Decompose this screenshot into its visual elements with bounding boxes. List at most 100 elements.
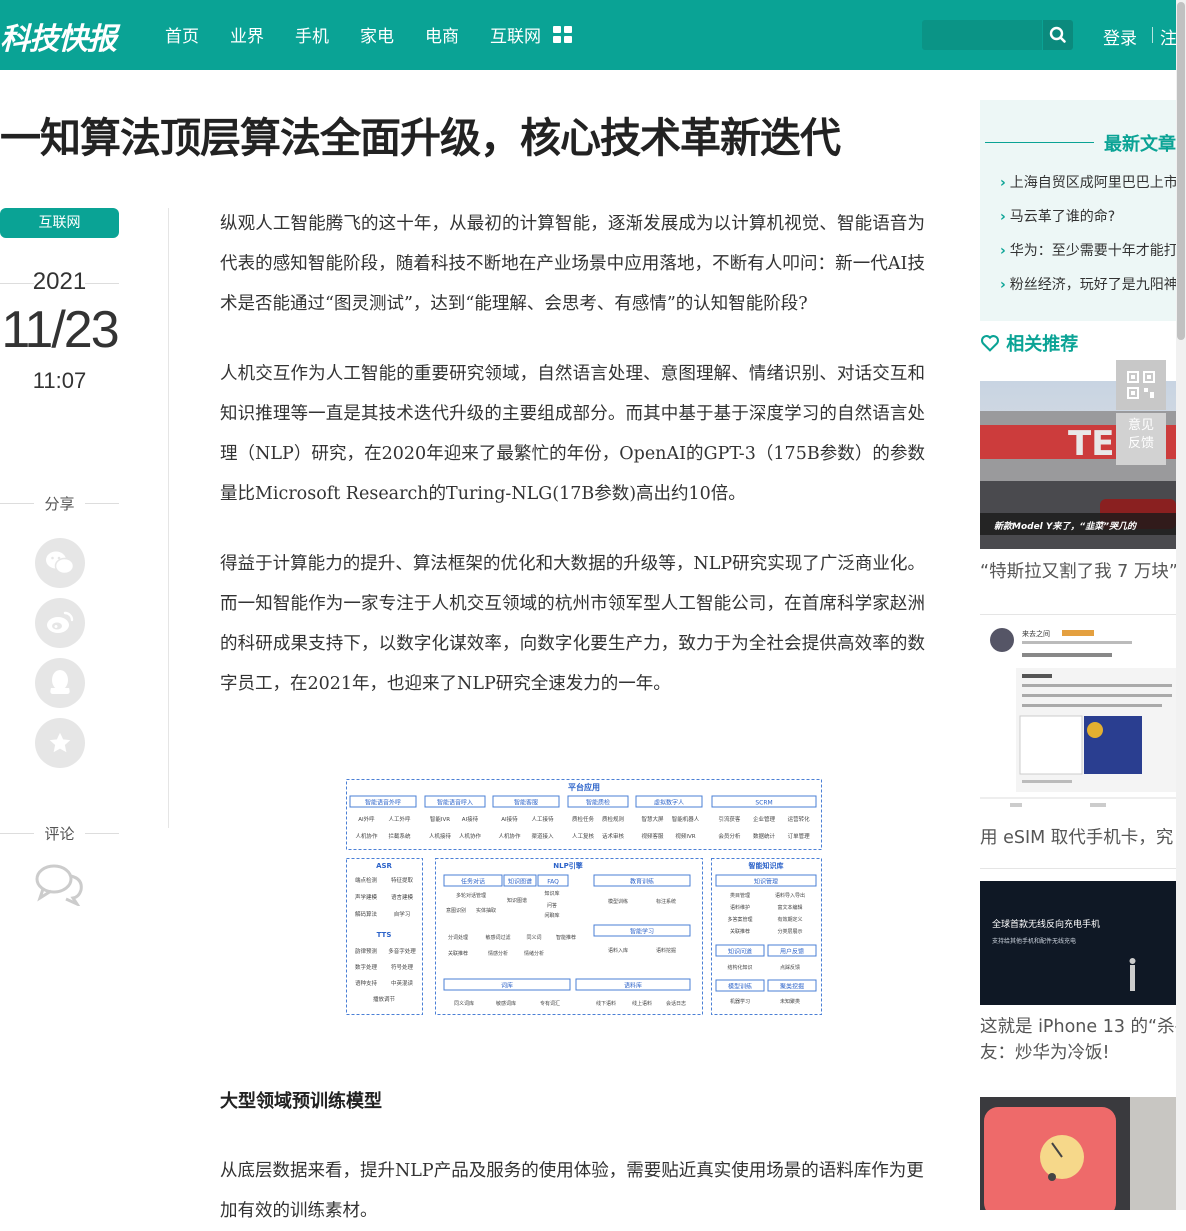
diagram-kb-box-label: 用户反馈	[780, 948, 804, 956]
search-icon	[1049, 26, 1066, 43]
diagram-nlp-box-label: 教育训练	[630, 878, 654, 886]
diagram-top-box-label: 智能语音呼入	[437, 799, 473, 807]
diagram-asr-item: 自学习	[394, 910, 411, 918]
related-title: 相关推荐	[980, 330, 1078, 356]
site-logo[interactable]: 科技快报	[0, 14, 117, 58]
header-divider	[1152, 27, 1153, 43]
nav-item-internet[interactable]: 互联网	[490, 22, 541, 47]
weibo-share-button[interactable]	[35, 598, 85, 648]
diagram-tts-item: 多音字处理	[388, 947, 416, 955]
diagram-tts-item: 播放调节	[373, 995, 396, 1003]
heart-icon	[981, 335, 999, 352]
related-caption[interactable]: 用 eSIM 取代手机卡，究	[980, 825, 1176, 851]
diagram-top-item: 人机协作	[355, 832, 378, 840]
article-body: 纵观人工智能腾飞的这十年，从最初的计算智能，逐渐发展成为以计算机视觉、智能语音为…	[220, 204, 925, 734]
nav-item-appliance[interactable]: 家电	[360, 22, 394, 47]
latest-article-title: 马云革了谁的命?	[1009, 209, 1116, 225]
diagram-nlp-item: 情感分析	[488, 950, 508, 957]
diagram-nlp-item: 模型训练	[608, 898, 628, 905]
qrcode-button[interactable]	[1116, 360, 1166, 410]
latest-article-link[interactable]: › 上海自贸区成阿里巴巴上市	[1000, 172, 1176, 192]
diagram-kb-item: 机器学习	[730, 998, 750, 1005]
diagram-nlp-item: 知识库	[544, 890, 559, 897]
article-title: 一知算法顶层算法全面升级，核心技术革新迭代	[0, 114, 841, 162]
related-image-iphone[interactable]: 全球首款无线反向充电手机 支持给其他手机和配件无线充电	[980, 881, 1176, 1005]
diagram-nlp-item: 情绪分析	[524, 950, 544, 957]
comment-icon[interactable]	[33, 862, 87, 908]
feedback-button[interactable]: 意见反馈	[1116, 413, 1166, 465]
diagram-kb-box-label: 聚类挖掘	[780, 983, 804, 991]
related-caption[interactable]: 这就是 iPhone 13 的“杀手	[980, 1014, 1176, 1040]
related-image-caption: 新款Model Y来了，“韭菜”哭几的	[994, 521, 1138, 532]
latest-articles-title: 最新文章	[1104, 134, 1176, 155]
diagram-nlp-item: 语料挖掘	[656, 947, 676, 954]
diagram-top-item: 企业管理	[753, 815, 776, 823]
feedback-widget[interactable]: 意见反馈	[1116, 360, 1166, 465]
related-caption[interactable]: “特斯拉又割了我 7 万块”	[980, 559, 1176, 585]
diagram-tts-item: 中英混读	[391, 979, 414, 987]
diagram-top-item: 人机接待	[429, 832, 452, 840]
related-divider	[980, 614, 1176, 615]
related-image-caption: 来去之间	[1022, 629, 1050, 638]
diagram-kb-item: 分类层展示	[777, 928, 802, 935]
latest-article-link[interactable]: › 粉丝经济，玩好了是九阳神	[1000, 274, 1176, 294]
diagram-kb-title: 智能知识库	[749, 861, 784, 870]
diagram-kb-item: 语料导入导出	[775, 892, 805, 899]
diagram-tts-title: TTS	[377, 931, 392, 939]
main-nav: 首页 业界 手机 家电 电商 互联网	[165, 22, 572, 47]
grid-menu-icon[interactable]	[553, 26, 573, 44]
register-link[interactable]: 注	[1160, 24, 1177, 49]
article-paragraph: 人机交互作为人工智能的重要研究领域，自然语言处理、意图理解、情绪识别、对话交互和…	[220, 364, 925, 504]
meta-column-divider	[168, 208, 169, 828]
chevron-right-icon: ›	[1000, 175, 1006, 191]
diagram-nlp-box-label: 知识图谱	[508, 878, 532, 886]
latest-article-link[interactable]: › 华为：至少需要十年才能打	[1000, 240, 1176, 260]
diagram-asr-item: 端点检测	[355, 876, 378, 884]
diagram-nlp-bottom-item: 线上语料	[632, 1000, 652, 1007]
diagram-kb-item: 多答案管理	[727, 916, 752, 923]
article-subheading: 大型领域预训练模型	[220, 1091, 382, 1112]
nav-item-home[interactable]: 首页	[165, 22, 199, 47]
diagram-kb-box-label: 模型训练	[728, 983, 752, 991]
nav-item-mobile[interactable]: 手机	[295, 22, 329, 47]
diagram-nlp-bottom-box-label: 词库	[501, 982, 513, 990]
diagram-top-item: 人机协作	[459, 832, 482, 840]
login-link[interactable]: 登录	[1103, 24, 1137, 49]
diagram-top-box-label: 智能质检	[586, 799, 610, 807]
related-caption[interactable]: 友：炒华为冷饭!	[980, 1040, 1176, 1066]
nav-item-industry[interactable]: 业界	[230, 22, 264, 47]
search-button[interactable]	[1043, 20, 1073, 50]
diagram-tts-item: 语种支持	[355, 979, 378, 987]
diagram-tts-item: 数字处理	[355, 963, 378, 971]
favorite-button[interactable]	[35, 718, 85, 768]
chevron-right-icon: ›	[1000, 277, 1006, 293]
diagram-top-item: AI接待	[501, 815, 518, 823]
latest-title-line	[985, 142, 1094, 143]
wechat-icon	[46, 551, 75, 575]
diagram-nlp-item: 智能推荐	[556, 934, 576, 941]
related-image-esim[interactable]: 来去之间	[980, 620, 1176, 820]
diagram-nlp-title: NLP引擎	[553, 861, 583, 870]
scrollbar-thumb[interactable]	[1177, 2, 1185, 340]
share-label: 分享	[44, 495, 75, 513]
diagram-asr-item: 解码算法	[355, 910, 378, 918]
architecture-diagram: 平台应用 智能语音外呼 AI外呼 人工外呼人机协作 拦截系统 智能语音呼入智能IVR AI…	[346, 779, 822, 1015]
category-tag[interactable]: 互联网	[0, 208, 119, 238]
star-icon	[49, 732, 71, 753]
qrcode-icon	[1127, 371, 1155, 399]
diagram-top-item: 订单管理	[788, 832, 811, 840]
diagram-top-item: 数据统计	[753, 832, 776, 840]
diagram-nlp-box-label: 智能学习	[630, 928, 654, 936]
diagram-nlp-item: 多轮对话管理	[456, 892, 486, 899]
diagram-asr-item: 语言建模	[391, 893, 414, 901]
related-image-phone[interactable]	[980, 1097, 1176, 1210]
diagram-kb-item: 点踩反馈	[780, 964, 800, 971]
diagram-top-box-label: SCRM	[755, 800, 772, 807]
search-input[interactable]	[922, 20, 1042, 50]
nav-item-ecommerce[interactable]: 电商	[425, 22, 459, 47]
scrollbar[interactable]	[1176, 0, 1186, 1210]
latest-article-link[interactable]: › 马云革了谁的命?	[1000, 206, 1115, 226]
article-paragraph: 从底层数据来看，提升NLP产品及服务的使用体验，需要贴近真实使用场景的语料库作为…	[220, 1161, 924, 1221]
qq-share-button[interactable]	[35, 658, 85, 708]
wechat-share-button[interactable]	[35, 538, 85, 588]
